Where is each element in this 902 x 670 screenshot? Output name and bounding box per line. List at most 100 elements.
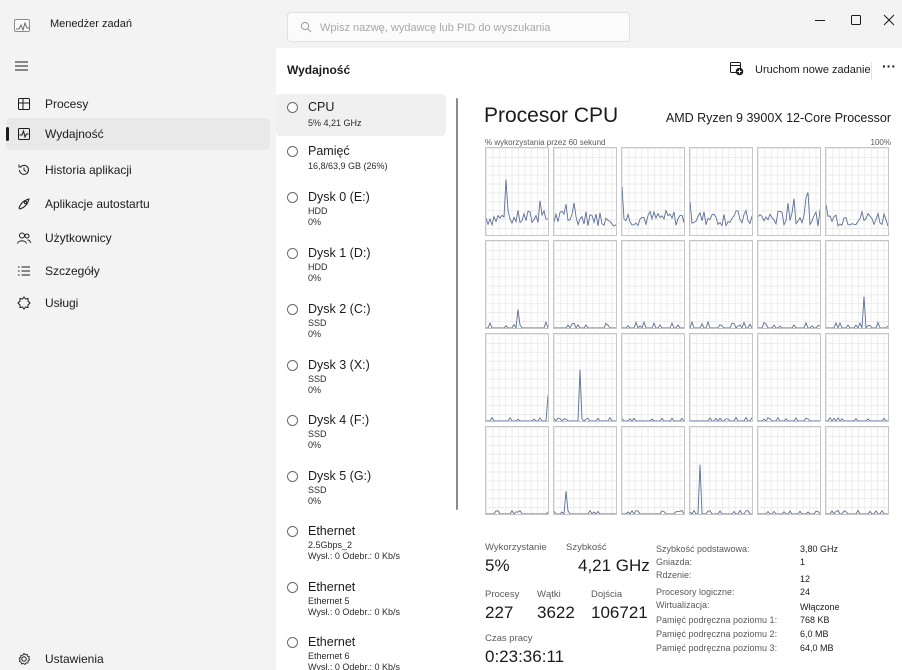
device-item-ethernet-1[interactable]: Ethernet 2.5Gbps_2 Wysł.: 0 Odebr.: 0 Kb… (276, 518, 446, 568)
spec-key-cores: Rdzenie: (656, 570, 692, 580)
nav-item-settings[interactable]: Ustawienia (6, 643, 270, 670)
logical-processor-graph (757, 333, 821, 422)
nav-item-users[interactable]: Użytkownicy (6, 222, 270, 254)
logical-processor-graph (757, 147, 821, 236)
device-item-ethernet-2[interactable]: Ethernet Ethernet 5 Wysł.: 0 Odebr.: 0 K… (276, 574, 446, 624)
logical-processor-graph (621, 333, 685, 422)
spec-value-virtualization: Włączone (800, 602, 840, 612)
network-throughput: Wysł.: 0 Odebr.: 0 Kb/s (308, 662, 400, 670)
device-item-cpu[interactable]: CPU 5% 4,21 GHz (276, 94, 446, 136)
spec-key-virtualization: Wirtualizacja: (656, 600, 710, 610)
services-icon (17, 296, 31, 310)
cpu-panel: Procesor CPU AMD Ryzen 9 3900X 12-Core P… (482, 92, 902, 670)
handles-label: Dojścia (591, 589, 623, 600)
device-type: HDD (308, 206, 328, 216)
nav-item-app-history[interactable]: Historia aplikacji (6, 154, 270, 186)
search-input[interactable] (320, 19, 620, 37)
startup-apps-icon (18, 198, 30, 210)
performance-icon (18, 128, 30, 140)
device-name: Dysk 4 (F:) (308, 413, 370, 427)
device-radio (287, 146, 298, 157)
usage-trace (690, 464, 752, 514)
header-divider (871, 62, 872, 80)
device-name: Dysk 2 (C:) (308, 302, 371, 316)
logical-processor-graph (485, 426, 549, 515)
device-item-disk-1[interactable]: Dysk 1 (D:) HDD 0% (276, 240, 446, 290)
cpu-usage-line (486, 179, 548, 227)
settings-gear-icon (18, 652, 31, 665)
device-radio (287, 248, 298, 259)
title-bar: Menedżer zadań (0, 0, 902, 48)
device-type: SSD (308, 429, 327, 439)
app-title: Menedżer zadań (50, 18, 132, 30)
device-item-disk-4[interactable]: Dysk 4 (F:) SSD 0% (276, 407, 446, 457)
cpu-usage-line (758, 416, 820, 421)
nav-item-performance[interactable]: Wydajność (6, 118, 270, 150)
device-name: Ethernet (308, 524, 356, 538)
cpu-usage-line (758, 510, 820, 514)
logical-processor-graph (553, 147, 617, 236)
spec-key-logical-processors: Procesory logiczne: (656, 587, 735, 597)
performance-page: Wydajność Uruchom nowe zadanie ··· CPU 5… (276, 48, 902, 670)
device-list: CPU 5% 4,21 GHz Pamięć 16,8/63,9 GB (26%… (276, 94, 451, 670)
device-item-disk-0[interactable]: Dysk 0 (E:) HDD 0% (276, 184, 446, 234)
maximize-button[interactable] (842, 10, 870, 30)
usage-trace (622, 417, 684, 421)
nav-item-label: Procesy (45, 97, 89, 111)
cpu-title: Procesor CPU (484, 104, 619, 127)
minimize-button[interactable] (806, 10, 834, 30)
device-usage: 0% (308, 329, 322, 339)
run-task-label: Uruchom nowe zadanie (755, 64, 871, 76)
logical-processor-graph (757, 426, 821, 515)
logical-processor-graph (485, 333, 549, 422)
logical-processor-graph (689, 147, 753, 236)
usage-trace (622, 509, 684, 514)
device-name: Dysk 1 (D:) (308, 246, 371, 260)
usage-trace (554, 322, 616, 328)
logical-processor-graph (825, 333, 889, 422)
device-item-disk-5[interactable]: Dysk 5 (G:) SSD 0% (276, 463, 446, 513)
usage-trace (622, 320, 684, 328)
device-name: Ethernet (308, 635, 356, 649)
nav-item-processes[interactable]: Procesy (6, 88, 270, 120)
hamburger-icon (15, 61, 28, 71)
menu-toggle-button[interactable] (15, 60, 29, 75)
device-item-disk-3[interactable]: Dysk 3 (X:) SSD 0% (276, 352, 446, 402)
device-radio (287, 102, 298, 113)
settings-label: Ustawienia (45, 652, 104, 666)
more-options-button[interactable]: ··· (879, 59, 899, 79)
spec-key-l3-cache: Pamięć podręczna poziomu 3: (656, 643, 778, 653)
search-box[interactable] (287, 12, 630, 42)
cpu-usage-line (622, 417, 684, 421)
logical-processor-graphs (485, 147, 893, 517)
device-item-memory[interactable]: Pamięć 16,8/63,9 GB (26%) (276, 138, 446, 178)
nav-item-label: Wydajność (45, 127, 104, 141)
nav-item-details[interactable]: Szczegóły (6, 255, 270, 287)
cpu-usage-line (826, 204, 888, 227)
device-item-disk-2[interactable]: Dysk 2 (C:) SSD 0% (276, 296, 446, 346)
device-name: Dysk 3 (X:) (308, 358, 370, 372)
usage-trace (690, 320, 752, 328)
nav-item-startup-apps[interactable]: Aplikacje autostartu (6, 188, 270, 220)
handles-value: 106721 (591, 603, 648, 622)
device-radio (287, 192, 298, 203)
uptime-value: 0:23:36:11 (485, 647, 565, 666)
device-item-ethernet-3[interactable]: Ethernet Ethernet 6 Wysł.: 0 Odebr.: 0 K… (276, 629, 446, 670)
device-radio (287, 526, 298, 537)
minimize-icon (815, 20, 825, 21)
cpu-usage-line (690, 320, 752, 328)
usage-trace (486, 309, 548, 328)
task-manager-icon (14, 19, 30, 32)
threads-value: 3622 (537, 603, 575, 622)
processes-label: Procesy (485, 589, 520, 600)
spec-key-l2-cache: Pamięć podręczna poziomu 2: (656, 629, 778, 639)
adapter-name: Ethernet 5 (308, 596, 350, 606)
close-button[interactable] (878, 10, 902, 30)
device-type: SSD (308, 318, 327, 328)
usage-trace (690, 416, 752, 421)
device-type: SSD (308, 485, 327, 495)
device-list-scrollbar[interactable] (456, 98, 458, 510)
nav-item-services[interactable]: Usługi (6, 287, 270, 319)
device-usage: 0% (308, 496, 322, 506)
cpu-usage-line (486, 509, 548, 514)
